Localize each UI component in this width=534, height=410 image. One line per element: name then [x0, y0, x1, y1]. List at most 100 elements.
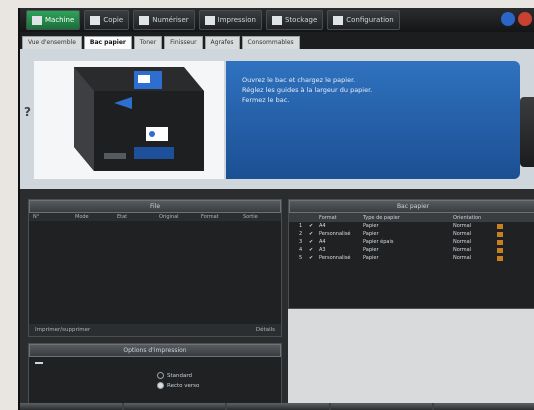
- footer-button-1[interactable]: [20, 403, 122, 410]
- tray-level-indicator: [497, 223, 503, 229]
- queue-col-format: Format: [201, 214, 219, 220]
- option-duplex[interactable]: Recto verso: [157, 382, 199, 389]
- info-round-button[interactable]: [501, 12, 515, 26]
- queue-col-status: Etat: [117, 214, 128, 220]
- tray-row-num: 4: [299, 247, 303, 253]
- tray-col-size: Format: [319, 214, 337, 221]
- tray-level-indicator: [497, 231, 503, 237]
- instruction-text: Ouvrez le bac et chargez le papier. Régl…: [242, 75, 372, 105]
- tray-row-orientation: Normal: [453, 223, 472, 229]
- radio-selected-icon: [157, 382, 164, 389]
- tray-level-indicator: [497, 255, 503, 261]
- tray-row-check-icon: ✔: [309, 223, 314, 229]
- system-bar: Machine Copie Numériser Impression Stock…: [20, 8, 534, 32]
- sys-item-label: Impression: [217, 16, 256, 24]
- tab-toner[interactable]: Toner: [133, 36, 163, 49]
- help-icon[interactable]: ?: [24, 105, 31, 119]
- tray-row[interactable]: 2 ✔ Personnalisé Papier Normal: [289, 230, 534, 238]
- collapse-icon[interactable]: [35, 362, 43, 364]
- print-icon: [204, 15, 215, 25]
- tray-row-orientation: Normal: [453, 255, 472, 261]
- tray-row-num: 2: [299, 231, 303, 237]
- queue-col-mode: Mode: [75, 214, 89, 220]
- tray-row[interactable]: 3 ✔ A4 Papier épais Normal: [289, 238, 534, 246]
- sys-item-copy[interactable]: Copie: [84, 10, 130, 30]
- tray-row-size: Personnalisé: [319, 255, 351, 261]
- tray-row-size: A3: [319, 247, 326, 253]
- tray-row-num: 1: [299, 223, 303, 229]
- device-screen: Machine Copie Numériser Impression Stock…: [18, 8, 534, 410]
- sys-item-machine[interactable]: Machine: [26, 10, 81, 30]
- storage-icon: [271, 15, 282, 25]
- tab-staples[interactable]: Agrafes: [204, 36, 240, 49]
- lower-area: File N° Mode Etat Original Format Sortie…: [20, 189, 534, 410]
- tray-row-check-icon: ✔: [309, 239, 314, 245]
- queue-title: File: [29, 200, 281, 213]
- tray-row-num: 3: [299, 239, 303, 245]
- tray-row-orientation: Normal: [453, 231, 472, 237]
- queue-header: N° Mode Etat Original Format Sortie: [29, 213, 281, 221]
- options-title: Options d'impression: [29, 344, 281, 357]
- instruction-panel: Ouvrez le bac et chargez le papier. Régl…: [226, 61, 520, 179]
- tray-row-type: Papier: [363, 255, 379, 261]
- tray-panel: Bac papier Format Type de papier Orienta…: [288, 199, 534, 309]
- tray-row-type: Papier: [363, 247, 379, 253]
- option-label: Recto verso: [167, 382, 200, 389]
- tray-row[interactable]: 4 ✔ A3 Papier Normal: [289, 246, 534, 254]
- tray-row-check-icon: ✔: [309, 231, 314, 237]
- radio-icon: [157, 372, 164, 379]
- tray-row[interactable]: 5 ✔ Personnalisé Papier Normal: [289, 254, 534, 262]
- tray-row-num: 5: [299, 255, 303, 261]
- tray-row-type: Papier épais: [363, 239, 394, 245]
- tray-row[interactable]: 1 ✔ A4 Papier Normal: [289, 222, 534, 230]
- footer-button-2[interactable]: [123, 403, 226, 410]
- sys-right-controls: [501, 12, 532, 26]
- footer-button-3[interactable]: [227, 403, 329, 410]
- tab-paper-tray[interactable]: Bac papier: [83, 36, 132, 49]
- footer-button-5[interactable]: [434, 403, 534, 410]
- sys-item-storage[interactable]: Stockage: [265, 10, 324, 30]
- instruction-line-1: Ouvrez le bac et chargez le papier.: [242, 76, 356, 84]
- tab-overview[interactable]: Vue d'ensemble: [22, 36, 82, 49]
- sys-item-label: Machine: [45, 16, 75, 24]
- sys-item-scan[interactable]: Numériser: [133, 10, 195, 30]
- copy-icon: [90, 15, 101, 25]
- instruction-line-2: Réglez les guides à la largeur du papier…: [242, 86, 373, 94]
- queue-col-no: N°: [33, 214, 40, 220]
- machine-icon: [32, 15, 42, 25]
- sys-item-print[interactable]: Impression: [198, 10, 262, 30]
- tray-row-check-icon: ✔: [309, 247, 314, 253]
- sys-item-label: Stockage: [284, 16, 318, 24]
- stop-round-button[interactable]: [518, 12, 532, 26]
- sys-item-settings[interactable]: Configuration: [327, 10, 400, 30]
- tray-row-type: Papier: [363, 231, 379, 237]
- option-label: Standard: [167, 372, 193, 379]
- tray-col-type: Type de papier: [363, 214, 400, 221]
- printer-illustration: [34, 61, 224, 179]
- tray-title: Bac papier: [289, 200, 534, 213]
- scan-icon: [139, 15, 150, 25]
- queue-delete-button[interactable]: Imprimer/supprimer: [35, 327, 90, 333]
- tray-level-indicator: [497, 239, 503, 245]
- side-scroll-button[interactable]: [520, 97, 534, 167]
- tab-finisher[interactable]: Finisseur: [164, 36, 203, 49]
- tray-col-orientation: Orientation: [453, 214, 482, 221]
- printer-drawing: [74, 67, 204, 171]
- tray-header: Format Type de papier Orientation: [289, 213, 534, 222]
- tray-row-size: Personnalisé: [319, 231, 351, 237]
- empty-pane: [288, 309, 534, 405]
- tray-row-size: A4: [319, 223, 326, 229]
- footer-bar: [20, 403, 534, 410]
- tab-consumables[interactable]: Consommables: [241, 36, 300, 49]
- tray-level-indicator: [497, 247, 503, 253]
- sys-item-label: Configuration: [346, 16, 394, 24]
- footer-button-4[interactable]: [330, 403, 433, 410]
- option-standard[interactable]: Standard: [157, 372, 192, 379]
- queue-details-button[interactable]: Détails: [256, 327, 275, 333]
- tray-row-size: A4: [319, 239, 326, 245]
- queue-footer: Imprimer/supprimer Détails: [29, 324, 281, 336]
- tab-bar: Vue d'ensemble Bac papier Toner Finisseu…: [22, 36, 300, 49]
- settings-icon: [333, 15, 344, 25]
- tray-row-orientation: Normal: [453, 247, 472, 253]
- sys-item-label: Copie: [103, 16, 124, 24]
